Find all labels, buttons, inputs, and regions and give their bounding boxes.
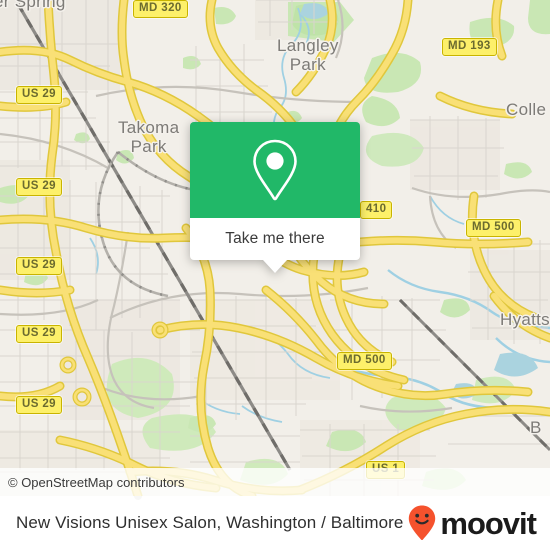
route-shield-md-500-a: MD 500 xyxy=(466,219,521,237)
moovit-brand[interactable]: moovit xyxy=(407,504,537,542)
footer-content: New Visions Unisex Salon, Washington / B… xyxy=(0,496,550,550)
route-shield-md-410: 410 xyxy=(360,201,393,219)
map-pin-icon xyxy=(253,139,297,201)
footer-bar: New Visions Unisex Salon, Washington / B… xyxy=(0,496,550,550)
popup-pointer xyxy=(263,260,287,273)
map-screenshot: er Spring Takoma Park Langley Park Colle H… xyxy=(0,0,550,550)
map-canvas[interactable]: er Spring Takoma Park Langley Park Colle H… xyxy=(0,0,550,496)
moovit-wordmark: moovit xyxy=(440,505,537,541)
route-shield-us-29-a: US 29 xyxy=(16,86,62,104)
route-shield-us-29-d: US 29 xyxy=(16,325,62,343)
popup-action-bar[interactable]: Take me there xyxy=(190,218,360,273)
map-attribution: © OpenStreetMap contributors xyxy=(0,468,550,496)
popup-header xyxy=(190,122,360,218)
take-me-there-label: Take me there xyxy=(225,230,325,247)
location-popup[interactable]: Take me there xyxy=(190,122,360,273)
route-shield-us-29-b: US 29 xyxy=(16,178,62,196)
route-shield-md-193: MD 193 xyxy=(442,38,497,56)
location-title: New Visions Unisex Salon, Washington / B… xyxy=(16,513,404,532)
route-shield-md-320: MD 320 xyxy=(133,0,188,18)
route-shield-md-500-b: MD 500 xyxy=(337,352,392,370)
route-shield-us-29-e: US 29 xyxy=(16,396,62,414)
route-shield-us-29-c: US 29 xyxy=(16,257,62,275)
attribution-text: © OpenStreetMap contributors xyxy=(8,474,185,490)
moovit-smiley-pin-icon xyxy=(409,505,436,541)
